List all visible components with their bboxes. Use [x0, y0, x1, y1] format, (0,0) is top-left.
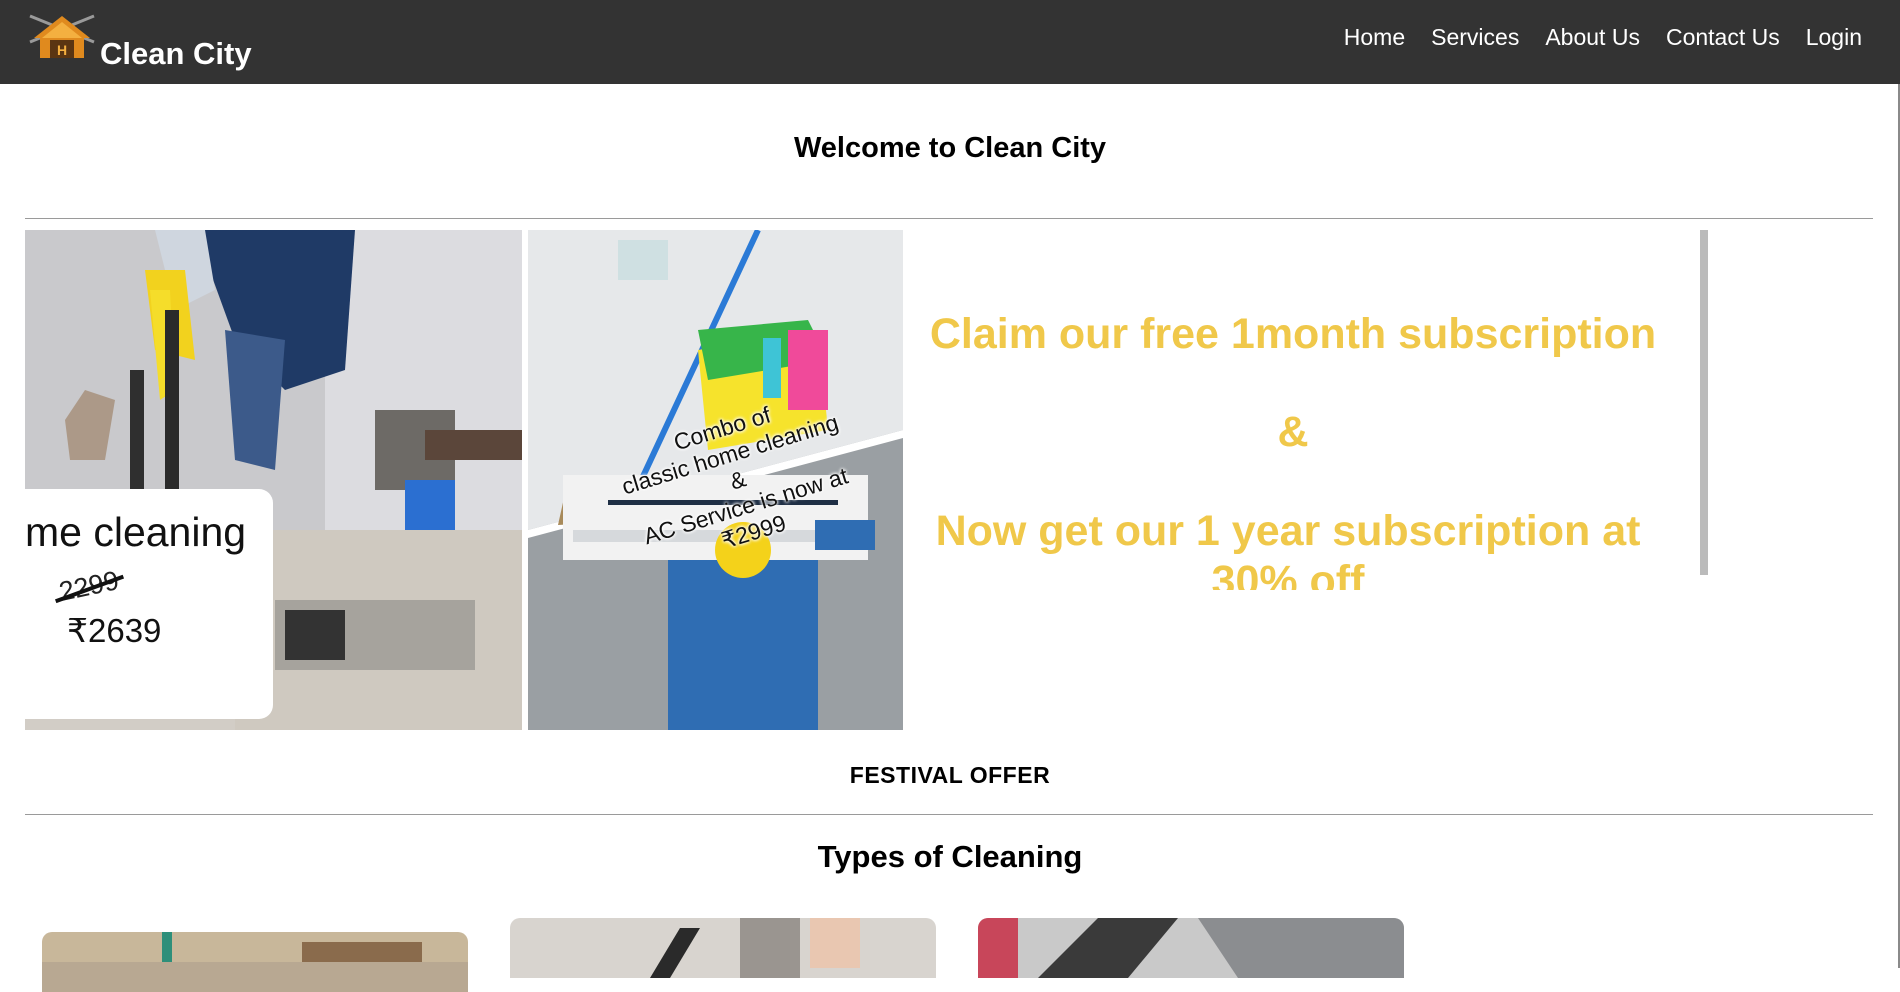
- nav-about-link[interactable]: About Us: [1545, 24, 1640, 51]
- festival-offer-caption: FESTIVAL OFFER: [849, 762, 1051, 788]
- cleaning-type-image: [978, 918, 1404, 978]
- cleaning-type-image: [42, 932, 468, 992]
- divider: [25, 814, 1873, 815]
- slide-combo-offer[interactable]: Combo of classic home cleaning & AC Serv…: [528, 230, 903, 730]
- house-with-brooms-icon[interactable]: H: [26, 12, 98, 62]
- price-card: me cleaning 2299 ₹2639: [25, 489, 273, 719]
- types-of-cleaning-heading: Types of Cleaning: [817, 839, 1083, 874]
- cleaning-type-card[interactable]: [42, 932, 468, 992]
- slide-subscription-offer[interactable]: Claim our free 1month subscription & Now…: [903, 230, 1703, 590]
- cleaning-type-card[interactable]: [510, 918, 936, 978]
- offer-line: Claim our free 1month subscription: [929, 310, 1657, 358]
- slide-home-cleaning[interactable]: me cleaning 2299 ₹2639: [25, 230, 522, 730]
- offer-line: Now get our 1 year subscription at 30% o…: [935, 507, 1641, 590]
- svg-text:H: H: [57, 42, 67, 58]
- price-card-title: me cleaning: [25, 509, 247, 555]
- old-price: 2299: [56, 565, 122, 607]
- brand-name[interactable]: Clean City: [100, 36, 252, 72]
- nav-contact-link[interactable]: Contact Us: [1666, 24, 1780, 51]
- new-price: ₹2639: [67, 612, 162, 649]
- nav-services-link[interactable]: Services: [1431, 24, 1519, 51]
- slider-scrollbar[interactable]: [1700, 230, 1708, 575]
- cleaning-type-card[interactable]: [978, 918, 1404, 978]
- nav-login-link[interactable]: Login: [1806, 24, 1862, 51]
- cleaning-type-image: [510, 918, 936, 978]
- offer-line: &: [1277, 408, 1309, 456]
- nav-home-link[interactable]: Home: [1344, 24, 1405, 51]
- top-navbar: H Clean City Home Services About Us Cont…: [0, 0, 1900, 84]
- welcome-heading: Welcome to Clean City: [793, 132, 1107, 164]
- divider: [25, 218, 1873, 219]
- nav-menu: Home Services About Us Contact Us Login: [1344, 24, 1862, 51]
